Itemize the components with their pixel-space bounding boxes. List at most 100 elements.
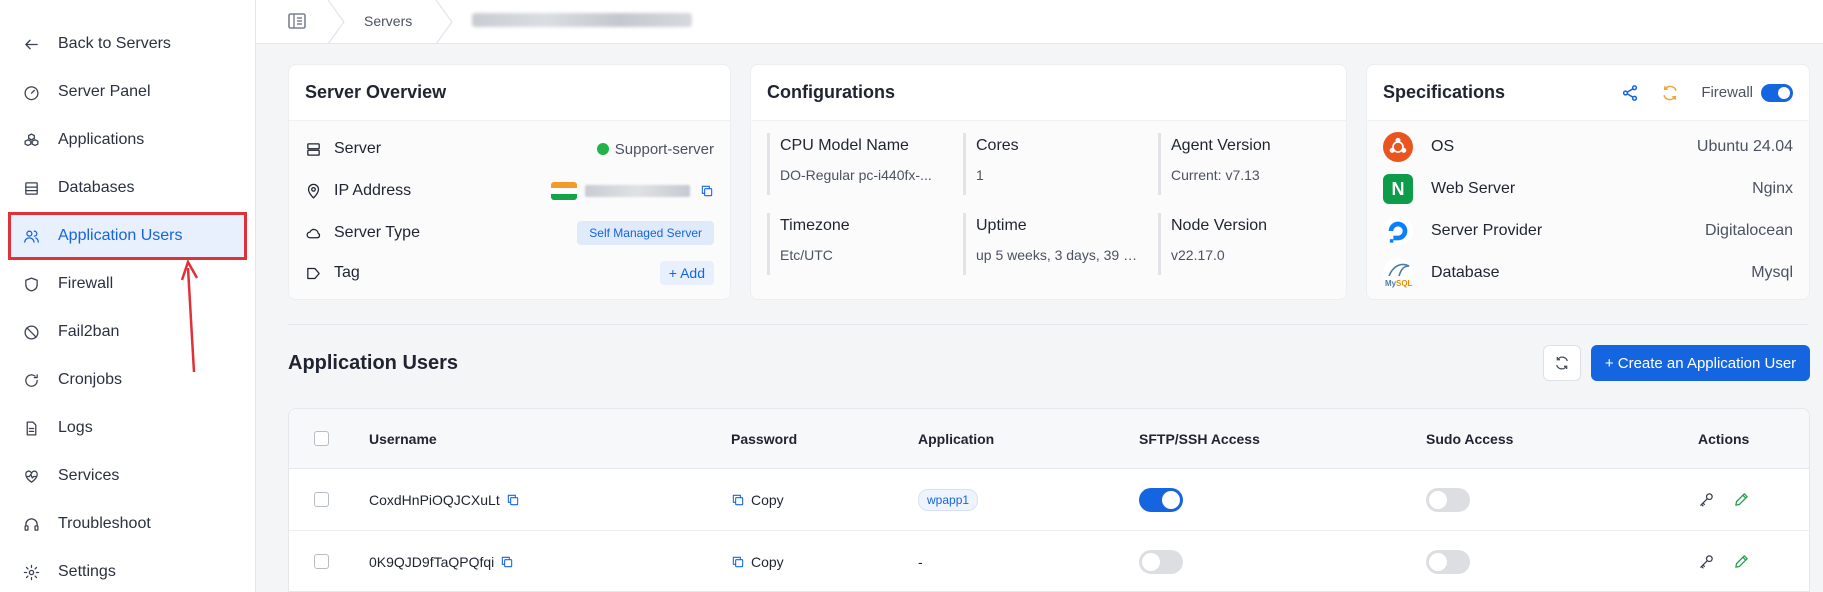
copy-password-button[interactable]: Copy xyxy=(731,469,784,530)
arrow-left-icon xyxy=(22,35,40,53)
sidebar-item-server-panel[interactable]: Server Panel xyxy=(10,70,245,114)
sync-icon[interactable] xyxy=(1661,84,1679,102)
config-key: CPU Model Name xyxy=(780,137,909,154)
firewall-label: Firewall xyxy=(1701,84,1753,101)
sidebar-item-label: Troubleshoot xyxy=(58,515,151,532)
column-header-sudo: Sudo Access xyxy=(1426,430,1514,447)
column-header-application: Application xyxy=(918,430,995,447)
share-icon[interactable] xyxy=(1621,84,1639,102)
table-row: 0K9QJD9fTaQPQfqi Copy - xyxy=(289,531,1809,591)
sidebar-item-logs[interactable]: Logs xyxy=(10,406,245,450)
config-value: v22.17.0 xyxy=(1171,247,1225,263)
column-header-password: Password xyxy=(731,430,798,447)
row-checkbox[interactable] xyxy=(314,469,329,530)
sidebar-item-back-to-servers[interactable]: Back to Servers xyxy=(10,22,245,66)
sidebar-item-label: Fail2ban xyxy=(58,323,120,340)
breadcrumb-server-name-redacted xyxy=(472,13,692,27)
create-application-user-button[interactable]: + Create an Application User xyxy=(1591,345,1810,381)
sidebar-item-applications[interactable]: Applications xyxy=(10,118,245,162)
server-type-label: Server Type xyxy=(334,224,420,241)
configurations-card: Configurations CPU Model Name DO-Regular … xyxy=(750,64,1347,300)
spec-row-provider: Server Provider Digitalocean xyxy=(1383,211,1793,251)
overview-row-type: Server Type Self Managed Server xyxy=(305,215,714,251)
copy-icon[interactable] xyxy=(700,184,714,198)
sidebar-item-label: Cronjobs xyxy=(58,371,123,388)
application-pill[interactable]: wpapp1 xyxy=(918,488,979,511)
copy-icon xyxy=(732,494,744,505)
ip-address-redacted xyxy=(585,185,690,197)
row-checkbox[interactable] xyxy=(314,531,329,591)
copy-icon[interactable] xyxy=(506,493,520,507)
sudo-access-toggle[interactable] xyxy=(1426,531,1470,591)
config-value: Current: v7.13 xyxy=(1171,167,1260,183)
sftp-access-toggle[interactable] xyxy=(1139,469,1183,530)
sidebar-item-databases[interactable]: Databases xyxy=(10,166,245,210)
firewall-toggle[interactable] xyxy=(1761,83,1793,102)
breadcrumb-servers[interactable]: Servers xyxy=(364,13,412,29)
spec-value: Nginx xyxy=(1752,180,1793,197)
key-icon[interactable] xyxy=(1698,491,1715,508)
gauge-icon xyxy=(22,83,40,101)
refresh-button[interactable] xyxy=(1543,345,1581,381)
username: 0K9QJD9fTaQPQfqi xyxy=(369,553,495,570)
edit-pencil-icon[interactable] xyxy=(1733,491,1750,508)
mysql-icon: My SQL xyxy=(1383,258,1413,288)
gear-icon xyxy=(22,563,40,581)
config-agent-version: Agent Version Current: v7.13 xyxy=(1158,133,1338,195)
breadcrumb-separator xyxy=(435,0,453,44)
copy-password-button[interactable]: Copy xyxy=(731,531,784,591)
refresh-icon xyxy=(1556,356,1568,370)
tag-icon xyxy=(307,267,320,279)
config-cpu-model: CPU Model Name DO-Regular pc-i440fx-... xyxy=(767,133,947,195)
cubes-icon xyxy=(22,131,40,149)
server-type-badge: Self Managed Server xyxy=(577,221,714,245)
sftp-access-toggle[interactable] xyxy=(1139,531,1183,591)
config-node-version: Node Version v22.17.0 xyxy=(1158,213,1338,275)
sidebar-item-services[interactable]: Services xyxy=(10,454,245,498)
card-title: Configurations xyxy=(751,65,1346,121)
select-all-checkbox[interactable] xyxy=(314,409,329,468)
sidebar-item-application-users[interactable]: Application Users xyxy=(8,212,247,260)
section-divider xyxy=(288,324,1808,325)
config-cores: Cores 1 xyxy=(963,133,1143,195)
copy-icon xyxy=(732,556,744,567)
svg-text:My: My xyxy=(1385,279,1397,288)
specifications-card: Specifications Firewall OS Ubuntu 24.04 … xyxy=(1366,64,1810,300)
spec-key: Database xyxy=(1431,264,1500,281)
overview-row-ip: IP Address xyxy=(305,173,714,209)
sidebar-item-label: Back to Servers xyxy=(58,35,171,52)
edit-pencil-icon[interactable] xyxy=(1733,553,1750,570)
sidebar-item-label: Application Users xyxy=(58,227,183,244)
sidebar-item-settings[interactable]: Settings xyxy=(10,550,245,592)
key-icon[interactable] xyxy=(1698,553,1715,570)
overview-row-tag: Tag + Add xyxy=(305,255,714,291)
overview-row-server: Server Support-server xyxy=(305,131,714,167)
spec-value: Ubuntu 24.04 xyxy=(1696,138,1793,155)
sidebar-item-troubleshoot[interactable]: Troubleshoot xyxy=(10,502,245,546)
card-title: Server Overview xyxy=(289,65,730,121)
headset-icon xyxy=(22,515,40,533)
svg-text:SQL: SQL xyxy=(1396,279,1413,288)
users-icon xyxy=(22,227,40,245)
column-header-username[interactable]: Username xyxy=(369,409,437,468)
digitalocean-icon xyxy=(1383,216,1413,246)
config-value: up 5 weeks, 3 days, 39 m... xyxy=(976,247,1143,263)
config-key: Uptime xyxy=(976,217,1027,234)
application-cell: - xyxy=(918,531,923,591)
config-key: Timezone xyxy=(780,217,850,234)
column-header-actions: Actions xyxy=(1698,430,1750,447)
spec-key: Web Server xyxy=(1431,180,1516,197)
spec-key: Server Provider xyxy=(1431,222,1543,239)
add-tag-button[interactable]: + Add xyxy=(659,261,714,285)
sudo-access-toggle[interactable] xyxy=(1426,469,1470,530)
sidebar-toggle-icon[interactable] xyxy=(288,13,306,29)
annotation-arrow xyxy=(180,258,199,373)
username: CoxdHnPiOQJCXuLt xyxy=(369,491,500,508)
sidebar-item-label: Server Panel xyxy=(58,83,151,100)
ubuntu-icon xyxy=(1383,132,1413,162)
sidebar-item-label: Firewall xyxy=(58,275,114,292)
config-key: Agent Version xyxy=(1171,137,1271,154)
cloud-icon xyxy=(306,228,321,238)
copy-icon[interactable] xyxy=(500,555,514,569)
config-key: Cores xyxy=(976,137,1019,154)
